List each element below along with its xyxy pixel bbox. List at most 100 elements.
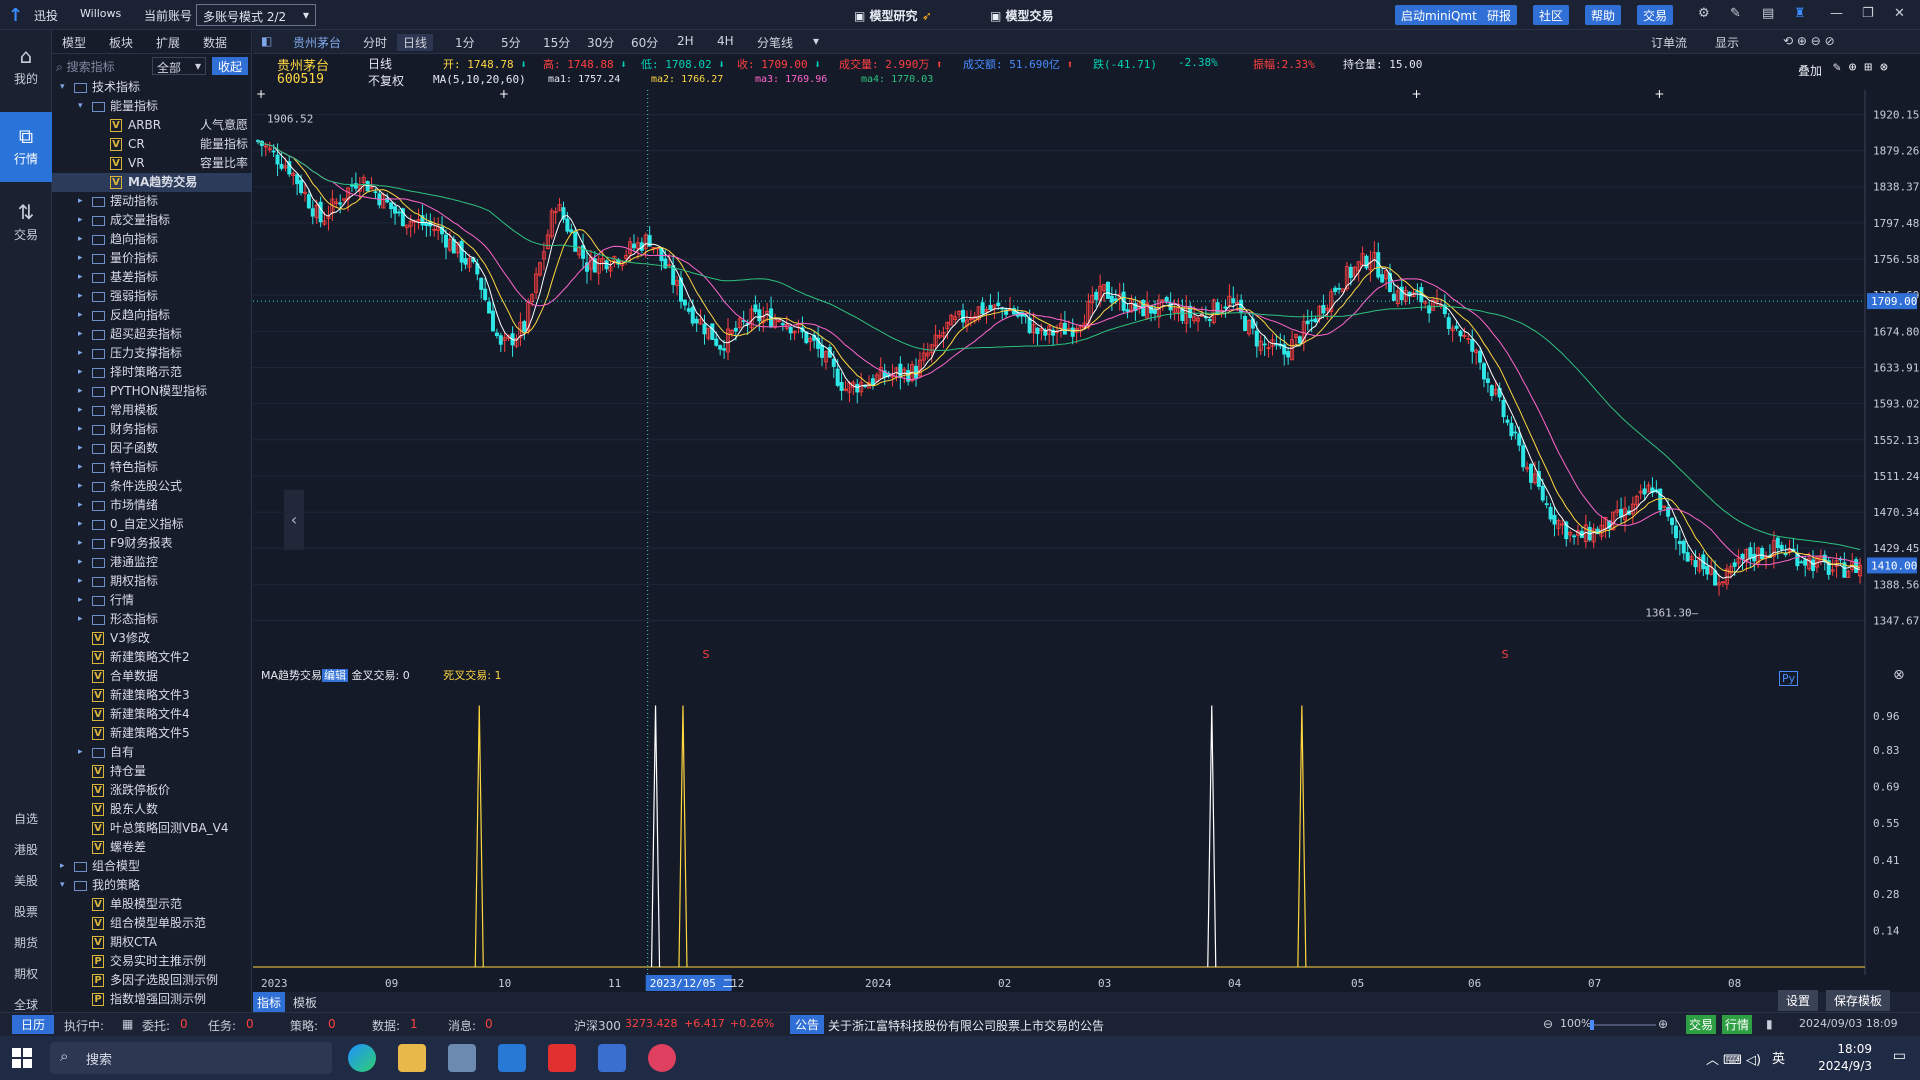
tab-period[interactable]: 15分 [543, 34, 570, 51]
tree-item[interactable]: V 涨跌停板价 [52, 781, 252, 800]
tree-item[interactable]: ▸ 期权指标 [52, 572, 252, 591]
tree-item[interactable]: ▸ 反趋向指标 [52, 306, 252, 325]
chevron-right-icon[interactable]: ▸ [78, 382, 83, 401]
tree-item[interactable]: V 期权CTA [52, 933, 252, 952]
tree-item[interactable]: ▸ 因子函数 [52, 439, 252, 458]
indicator-svg[interactable]: 0.960.830.690.550.410.280.142023 09 10 11 12… [253, 665, 1920, 995]
nav-watchlist[interactable]: 自选 [0, 810, 52, 827]
tree-item[interactable]: P 指数增强回测示例 [52, 990, 252, 1009]
tree-item[interactable]: ▾ 技术指标 [52, 78, 252, 97]
tree-item[interactable]: P 交易实时主推示例 [52, 952, 252, 971]
chevron-right-icon[interactable]: ▸ [78, 743, 83, 762]
zoom-in-icon[interactable]: ⊕ [1658, 1017, 1668, 1031]
save-template-button[interactable]: 保存模板 [1826, 990, 1891, 1011]
model-research-button[interactable]: ▣ 模型研究 ➶ [854, 7, 932, 24]
tree-item[interactable]: ▸ 择时策略示范 [52, 363, 252, 382]
edit-icon[interactable]: ✎ [1730, 6, 1741, 21]
zoom-out-icon[interactable]: ⊖ [1543, 1017, 1553, 1031]
tray-icons[interactable]: ︿ ⌨ ◁) [1706, 1049, 1761, 1068]
chevron-right-icon[interactable]: ▸ [78, 515, 83, 534]
nav-hk[interactable]: 港股 [0, 841, 52, 858]
shirt-icon[interactable]: ♜ [1794, 6, 1806, 21]
candlestick-svg[interactable]: 1920.151879.261838.371797.481756.581715.… [253, 87, 1920, 665]
tree-item[interactable]: ▾ 我的策略 [52, 876, 252, 895]
chevron-right-icon[interactable]: ▸ [78, 344, 83, 363]
tab-period[interactable]: 5分 [501, 34, 521, 51]
chevron-down-icon[interactable]: ▾ [813, 34, 819, 48]
tree-item[interactable]: V V3修改 [52, 629, 252, 648]
tab-period[interactable]: 分时 [363, 34, 387, 51]
xuntou-app-icon[interactable] [598, 1044, 626, 1072]
tree-item[interactable]: ▸ 常用模板 [52, 401, 252, 420]
zoom-slider[interactable] [1590, 1020, 1656, 1030]
tree-item[interactable]: V MA趋势交易 [52, 173, 252, 192]
zoom-slider-thumb[interactable] [1590, 1020, 1594, 1030]
settings-button[interactable]: 设置 [1778, 990, 1819, 1011]
tree-item[interactable]: ▸ 趋向指标 [52, 230, 252, 249]
windows-start-icon[interactable] [12, 1048, 32, 1068]
tab-period[interactable]: 2H [677, 34, 694, 48]
close-icon[interactable]: ✕ [1894, 6, 1905, 21]
chevron-right-icon[interactable]: ▸ [78, 591, 83, 610]
layout-icon[interactable]: ▤ [1762, 6, 1774, 21]
chevron-right-icon[interactable]: ▸ [78, 572, 83, 591]
user-name[interactable]: Willows [80, 7, 121, 20]
gear-icon[interactable]: ⚙ [1698, 6, 1710, 21]
model-trade-button[interactable]: ▣ 模型交易 [990, 7, 1054, 24]
overlay-button[interactable]: 叠加 [1798, 62, 1822, 79]
chevron-right-icon[interactable]: ▸ [78, 439, 83, 458]
chevron-right-icon[interactable]: ▸ [78, 325, 83, 344]
display-button[interactable]: 显示 [1715, 34, 1739, 51]
edge-browser-icon[interactable] [348, 1044, 376, 1072]
trade-button[interactable]: 交易 [1637, 5, 1674, 25]
close-indicator-icon[interactable]: ⊗ [1893, 667, 1905, 683]
indicator-edit-button[interactable]: 编辑 [322, 669, 349, 682]
chevron-down-icon[interactable]: ▾ [60, 876, 65, 895]
account-select[interactable]: 多账号模式 2/2 ▾ [196, 4, 316, 26]
chart-tools-icons[interactable]: ⟲ ⊕ ⊖ ⊘ [1783, 34, 1835, 48]
tree-item[interactable]: V 新建策略文件3 [52, 686, 252, 705]
chevron-right-icon[interactable]: ▸ [78, 192, 83, 211]
tree-item[interactable]: V 单股模型示范 [52, 895, 252, 914]
tree-item[interactable]: V 叶总策略回测VBA_V4 [52, 819, 252, 838]
tab-extend[interactable]: 扩展 [156, 34, 180, 51]
tree-item[interactable]: V 螺卷差 [52, 838, 252, 857]
tree-item[interactable]: V VR 容量比率 [52, 154, 252, 173]
nav-mine[interactable]: ⌂ 我的 [0, 44, 52, 87]
red-app-icon[interactable] [548, 1044, 576, 1072]
chevron-right-icon[interactable]: ▸ [78, 401, 83, 420]
chevron-down-icon[interactable]: ▾ [78, 97, 83, 116]
chevron-right-icon[interactable]: ▸ [78, 230, 83, 249]
ime-indicator[interactable]: 英 [1772, 1048, 1785, 1067]
tab-model[interactable]: 模型 [62, 34, 86, 51]
tree-item[interactable]: ▸ 财务指标 [52, 420, 252, 439]
chevron-right-icon[interactable]: ▸ [78, 534, 83, 553]
tree-item[interactable]: ▸ 港通监控 [52, 553, 252, 572]
quote-status-button[interactable]: 行情 [1722, 1015, 1753, 1034]
chevron-right-icon[interactable]: ▸ [78, 477, 83, 496]
scope-select[interactable]: 全部 ▾ [152, 57, 206, 75]
collapse-button[interactable]: 收起 [212, 57, 248, 75]
chevron-down-icon[interactable]: ▾ [60, 78, 65, 97]
tab-data[interactable]: 数据 [203, 34, 227, 51]
chevron-right-icon[interactable]: ▸ [78, 287, 83, 306]
restore-icon[interactable]: ❐ [1862, 6, 1874, 21]
tree-item[interactable]: ▸ PYTHON模型指标 [52, 382, 252, 401]
chevron-right-icon[interactable]: ▸ [78, 363, 83, 382]
tree-item[interactable]: V 合单数据 [52, 667, 252, 686]
tree-item[interactable]: ▸ 行情 [52, 591, 252, 610]
tree-item[interactable]: V 新建策略文件4 [52, 705, 252, 724]
nav-futures[interactable]: 期货 [0, 934, 52, 951]
chevron-right-icon[interactable]: ▸ [78, 553, 83, 572]
tree-item[interactable]: V ARBR 人气意愿 [52, 116, 252, 135]
tree-item[interactable]: V 股东人数 [52, 800, 252, 819]
tree-item[interactable]: ▸ 成交量指标 [52, 211, 252, 230]
chevron-right-icon[interactable]: ▸ [78, 268, 83, 287]
tree-item[interactable]: ▸ 强弱指标 [52, 287, 252, 306]
nav-us[interactable]: 美股 [0, 872, 52, 889]
chevron-right-icon[interactable]: ▸ [78, 458, 83, 477]
tree-item[interactable]: ▸ 摆动指标 [52, 192, 252, 211]
nav-global[interactable]: 全球 [0, 996, 52, 1013]
tab-indicator[interactable]: 指标 [253, 992, 286, 1013]
order-flow-button[interactable]: 订单流 [1651, 34, 1687, 51]
